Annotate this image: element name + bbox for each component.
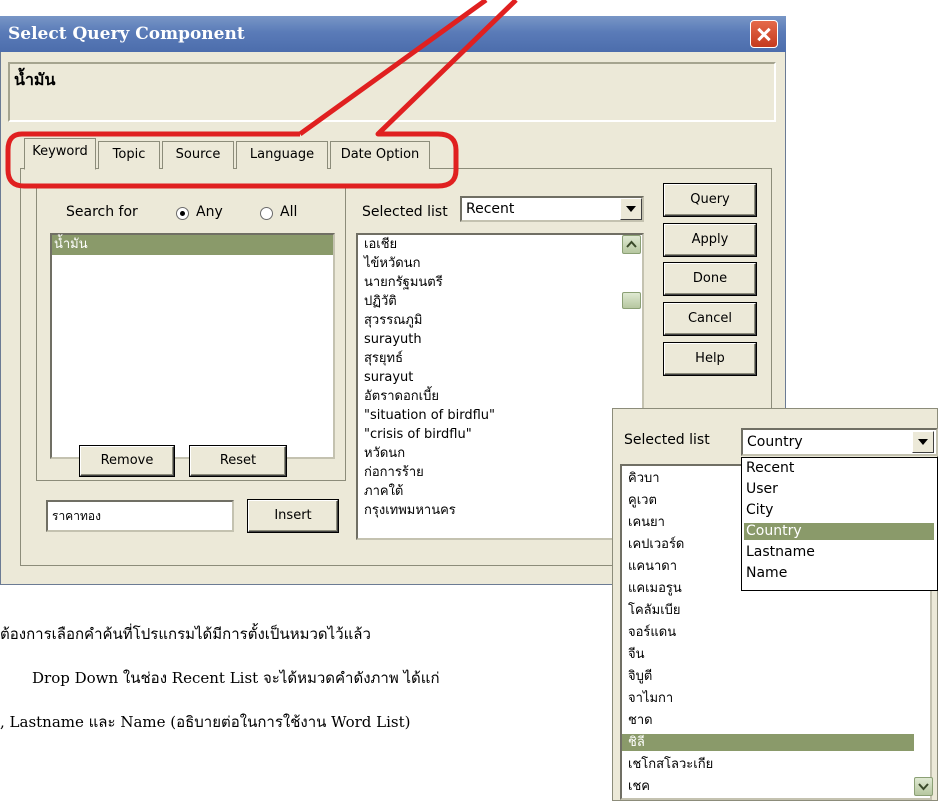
dropdown-option[interactable]: Recent	[744, 460, 934, 477]
tab-language[interactable]: Language	[236, 141, 328, 169]
country-list-item[interactable]: แคนาดา	[628, 558, 677, 575]
country-list-item[interactable]: จีน	[628, 646, 645, 663]
overlay-combo[interactable]: Country	[741, 428, 938, 456]
tab-date-option[interactable]: Date Option	[330, 141, 430, 169]
overlay-selected-list-label: Selected list	[624, 432, 710, 448]
word-list[interactable]: เอเชียไข้หวัดนกนายกรัฐมนตรีปฏิวัติสุวรรณ…	[356, 233, 644, 540]
insert-button[interactable]: Insert	[248, 500, 338, 532]
tab-keyword[interactable]: Keyword	[24, 138, 96, 170]
dropdown-option[interactable]: Country	[744, 523, 934, 540]
cancel-button[interactable]: Cancel	[664, 303, 756, 335]
dropdown-option[interactable]: Name	[744, 565, 934, 582]
all-radio[interactable]	[260, 207, 273, 220]
search-for-label: Search for	[66, 204, 138, 220]
query-display	[8, 62, 776, 122]
query-text: น้ำมัน	[14, 70, 56, 89]
word-list-item[interactable]: เอเชีย	[364, 237, 397, 253]
word-list-item[interactable]: surayuth	[364, 332, 422, 348]
word-list-item[interactable]: อัตราดอกเบี้ย	[364, 389, 439, 405]
word-list-item[interactable]: ภาคใต้	[364, 484, 403, 500]
any-label: Any	[196, 204, 223, 220]
country-list-item[interactable]: เคปเวอร์ด	[628, 536, 684, 553]
country-list-item[interactable]: เชค	[628, 778, 650, 795]
overlay-combo-value: Country	[747, 434, 803, 450]
scrollbar-thumb[interactable]	[622, 292, 641, 309]
selected-list-label: Selected list	[362, 204, 448, 220]
tab-source[interactable]: Source	[162, 141, 234, 169]
any-radio[interactable]	[176, 207, 189, 220]
word-list-item[interactable]: กรุงเทพมหานคร	[364, 503, 456, 519]
scroll-down-icon[interactable]	[914, 777, 933, 796]
query-button[interactable]: Query	[664, 184, 756, 216]
word-list-item[interactable]: "situation of birdflu"	[364, 408, 495, 424]
country-list-item[interactable]: ชิลี	[622, 734, 914, 751]
country-list-item[interactable]: โคลัมเบีย	[628, 602, 681, 619]
country-list-item[interactable]: เชโกสโลวะเกีย	[628, 756, 713, 773]
country-list-item[interactable]: จอร์แดน	[628, 624, 676, 641]
country-list-item[interactable]: ชาด	[628, 712, 653, 729]
instruction-line-3: , Lastname และ Name (อธิบายต่อในการใช้งา…	[0, 713, 411, 731]
word-list-item[interactable]: หวัดนก	[364, 446, 405, 462]
top-margin	[0, 0, 786, 16]
category-dropdown[interactable]: Recent User City Country Lastname Name	[741, 457, 938, 591]
dropdown-option[interactable]: Lastname	[744, 544, 934, 561]
word-list-item[interactable]: ปฏิวัติ	[364, 294, 397, 310]
search-term-list[interactable]	[50, 233, 335, 459]
country-list-item[interactable]: แคเมอรูน	[628, 580, 682, 597]
country-list-item[interactable]: เคนยา	[628, 514, 665, 531]
done-button[interactable]: Done	[664, 263, 756, 295]
dropdown-option[interactable]: City	[744, 502, 934, 519]
word-list-item[interactable]: surayut	[364, 370, 413, 386]
word-list-item[interactable]: ก่อการร้าย	[364, 465, 424, 481]
chevron-down-icon[interactable]	[620, 198, 642, 220]
chevron-down-icon[interactable]	[912, 431, 934, 453]
instruction-line-1: ต้องการเลือกคำค้นที่โปรแกรมได้มีการตั้งเ…	[0, 625, 371, 643]
close-icon[interactable]	[750, 20, 778, 48]
remove-button[interactable]: Remove	[80, 446, 174, 476]
dialog-title: Select Query Component	[0, 16, 786, 52]
selected-list-value: Recent	[466, 201, 515, 217]
insert-input[interactable]: ราคาทอง	[46, 500, 234, 532]
country-list-item[interactable]: คูเวต	[628, 492, 657, 509]
all-label: All	[280, 204, 298, 220]
country-list-item[interactable]: คิวบา	[628, 470, 660, 487]
reset-button[interactable]: Reset	[190, 446, 286, 476]
tab-topic[interactable]: Topic	[98, 141, 160, 169]
word-list-item[interactable]: นายกรัฐมนตรี	[364, 275, 443, 291]
selected-list-combo[interactable]: Recent	[460, 196, 644, 222]
dropdown-option[interactable]: User	[744, 481, 934, 498]
word-list-item[interactable]: "crisis of birdflu"	[364, 427, 472, 443]
word-list-item[interactable]: ไข้หวัดนก	[364, 256, 421, 272]
country-list-item[interactable]: จิบูตี	[628, 668, 652, 685]
country-list-item[interactable]: จาไมกา	[628, 690, 673, 707]
apply-button[interactable]: Apply	[664, 224, 756, 256]
instruction-line-2: Drop Down ในช่อง Recent List จะได้หมวดคำ…	[32, 669, 440, 687]
scroll-up-icon[interactable]	[622, 235, 641, 254]
word-list-item[interactable]: สุรยุทธ์	[364, 351, 403, 367]
help-button[interactable]: Help	[664, 343, 756, 375]
search-term-item[interactable]: น้ำมัน	[52, 235, 333, 255]
word-list-item[interactable]: สุวรรณภูมิ	[364, 313, 422, 329]
